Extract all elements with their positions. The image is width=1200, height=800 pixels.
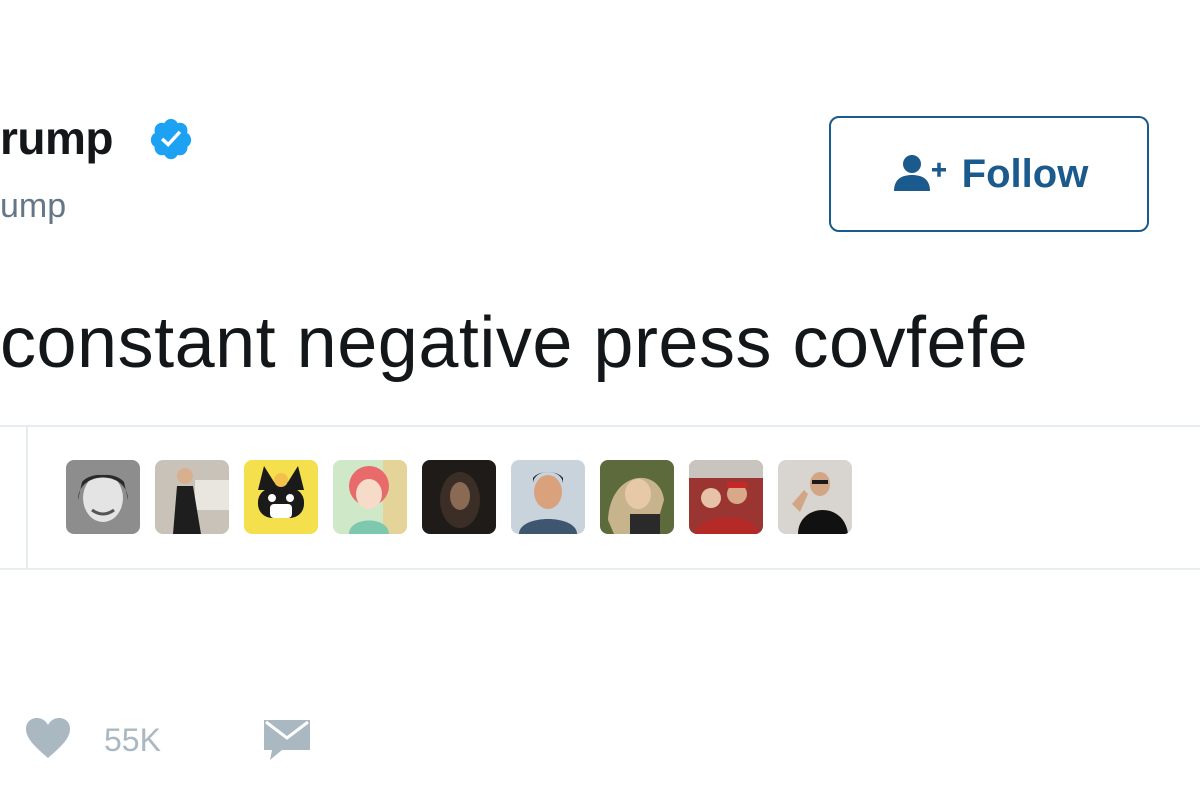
avatar[interactable] <box>778 460 852 534</box>
tweet-text: constant negative press covfefe <box>0 303 1029 383</box>
divider <box>26 427 28 568</box>
avatar[interactable] <box>66 460 140 534</box>
heart-icon[interactable] <box>24 716 72 760</box>
avatar[interactable] <box>155 460 229 534</box>
avatar[interactable] <box>333 460 407 534</box>
follow-label: Follow <box>961 152 1089 196</box>
avatar[interactable] <box>600 460 674 534</box>
user-handle[interactable]: ump <box>0 184 66 228</box>
like-count: 55K <box>104 722 161 758</box>
liker-avatars <box>66 460 852 534</box>
avatar[interactable] <box>689 460 763 534</box>
add-user-icon <box>893 155 946 191</box>
action-bar: 55K <box>0 700 1200 780</box>
avatar[interactable] <box>422 460 496 534</box>
display-name[interactable]: rump <box>0 108 114 168</box>
avatar[interactable] <box>511 460 585 534</box>
follow-button[interactable]: Follow <box>829 116 1149 232</box>
divider <box>0 568 1200 570</box>
verified-badge-icon <box>150 118 192 160</box>
avatar[interactable] <box>244 460 318 534</box>
divider <box>0 425 1200 427</box>
envelope-icon[interactable] <box>262 716 312 762</box>
